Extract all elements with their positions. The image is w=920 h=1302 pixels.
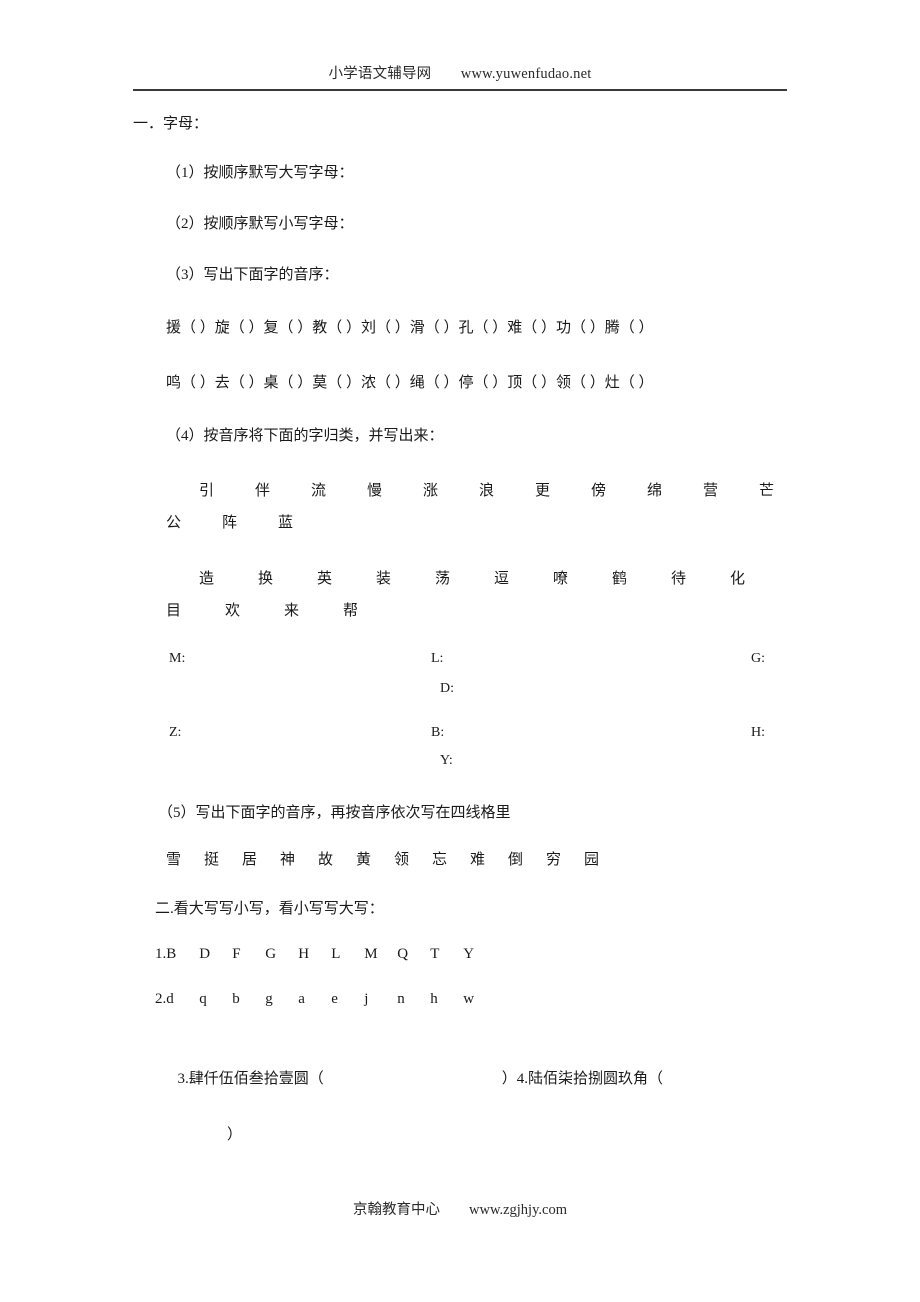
char-cell: 逗 <box>494 571 510 587</box>
char-cell: 难 <box>470 852 486 868</box>
char-cell: 穷 <box>546 852 562 868</box>
answer-label-y: Y: <box>440 753 453 768</box>
char-cell: 阵 <box>222 515 238 531</box>
answer-row-y: Y: <box>133 753 793 783</box>
header-divider <box>133 89 787 91</box>
section-one-title: 一．字母： <box>133 116 209 132</box>
char-cell: 慢 <box>367 483 383 499</box>
letter-cell: n <box>397 991 405 1007</box>
char-cell: 欢 <box>225 603 241 619</box>
question-1-3: （3）写出下面字的音序： <box>166 267 339 283</box>
money-question-row: 3.肆仟伍佰叁拾壹圆（ ）4.陆佰柒拾捌圆玖角（ <box>133 1036 793 1123</box>
char-cell: 神 <box>280 852 296 868</box>
list-number: 2. <box>155 991 167 1007</box>
header-site-text: 小学语文辅导网 www.yuwenfudao.net <box>328 66 592 82</box>
char-cell: 英 <box>317 571 333 587</box>
letter-cell: H <box>298 946 310 962</box>
list-number: 1. <box>155 946 167 962</box>
section-two-title: 二.看大写写小写，看小写写大写： <box>155 901 384 917</box>
letter-cell: e <box>331 991 338 1007</box>
money-item-3: 3.肆仟伍佰叁拾壹圆（ <box>177 1071 324 1087</box>
char-cell: 伴 <box>255 483 271 499</box>
char-cell: 装 <box>376 571 392 587</box>
yinxu-row-1: 援（ ）旋（ ）复（ ）教（ ）刘（ ）滑（ ）孔（ ）难（ ）功（ ）腾（ ） <box>166 320 654 336</box>
char-cell: 荡 <box>435 571 451 587</box>
answer-row-zbh: Z: B: H: <box>133 711 793 753</box>
letter-cell: h <box>430 991 438 1007</box>
char-cell: 帮 <box>343 603 359 619</box>
letter-cell: T <box>430 946 440 962</box>
answer-label-h: H: <box>751 725 765 740</box>
document-page: 小学语文辅导网 www.yuwenfudao.net 一．字母： （1）按顺序默… <box>0 0 920 1302</box>
letter-cell: Q <box>397 946 409 962</box>
question-1-2: （2）按顺序默写小写字母： <box>166 216 354 232</box>
char-cell: 营 <box>703 483 719 499</box>
question-1-5: （5）写出下面字的音序，再按音序依次写在四线格里 <box>158 805 511 821</box>
page-header: 小学语文辅导网 www.yuwenfudao.net <box>133 62 787 91</box>
char-cell: 挺 <box>204 852 220 868</box>
char-cell: 傍 <box>591 483 607 499</box>
money-item-4: ）4.陆佰柒拾捌圆玖角（ <box>501 1071 664 1087</box>
answer-label-d: D: <box>440 681 454 696</box>
char-cell: 目 <box>166 603 182 619</box>
letter-cell: a <box>298 991 305 1007</box>
classify-char-row-1: 引 伴 流 慢 涨 浪 更 傍 绵 营 芒公 阵 蓝 <box>133 475 793 539</box>
letter-cell: M <box>364 946 378 962</box>
char-cell: 来 <box>284 603 300 619</box>
letter-cell: L <box>331 946 341 962</box>
char-cell: 倒 <box>508 852 524 868</box>
lowercase-letter-row: 2.d q b g a e j n h w <box>133 991 793 1008</box>
letter-cell: j <box>364 991 369 1007</box>
char-cell: 故 <box>318 852 334 868</box>
uppercase-letter-row: 1.B D F G H L M Q T Y <box>133 946 793 963</box>
char-cell: 蓝 <box>278 515 294 531</box>
question-1-4: （4）按音序将下面的字归类，并写出来： <box>166 428 444 444</box>
yinxu-row-2: 鸣（ ）去（ ）桌（ ）莫（ ）浓（ ）绳（ ）停（ ）顶（ ）领（ ）灶（ ） <box>166 375 654 391</box>
letter-cell: G <box>265 946 277 962</box>
letter-cell: Y <box>463 946 475 962</box>
answer-label-z: Z: <box>169 725 182 740</box>
char-cell: 居 <box>242 852 258 868</box>
answer-row-d: D: <box>133 681 793 711</box>
char-cell: 雪 <box>166 852 182 868</box>
letter-cell: D <box>199 946 211 962</box>
document-body: 一．字母： （1）按顺序默写大写字母： （2）按顺序默写小写字母： （3）写出下… <box>133 112 793 1144</box>
char-cell: 鹤 <box>612 571 628 587</box>
letter-cell: q <box>199 991 207 1007</box>
letter-cell: w <box>463 991 475 1007</box>
sequence-char-row: 雪挺居神故黄领忘难倒穷园 <box>133 848 793 869</box>
char-cell: 待 <box>671 571 687 587</box>
answer-row-mlg: M: L: G: <box>133 651 793 681</box>
char-cell: 造 <box>199 571 215 587</box>
char-cell: 引 <box>199 483 215 499</box>
char-cell: 忘 <box>432 852 448 868</box>
letter-cell: F <box>232 946 241 962</box>
letter-cell: g <box>265 991 273 1007</box>
money-close-paren: ） <box>227 1127 243 1143</box>
char-cell: 化 <box>730 571 746 587</box>
answer-label-b: B: <box>431 725 445 740</box>
char-cell: 换 <box>258 571 274 587</box>
char-cell: 浪 <box>479 483 495 499</box>
char-cell: 园 <box>584 852 600 868</box>
char-cell: 黄 <box>356 852 372 868</box>
letter-cell: d <box>166 991 174 1007</box>
char-cell: 领 <box>394 852 410 868</box>
char-cell: 芒 <box>759 483 775 499</box>
answer-label-m: M: <box>169 651 186 666</box>
letter-cell: b <box>232 991 240 1007</box>
char-cell: 流 <box>311 483 327 499</box>
char-cell: 公 <box>166 515 182 531</box>
page-footer: 京翰教育中心 www.zgjhjy.com <box>353 1202 567 1218</box>
answer-label-l: L: <box>431 651 444 666</box>
char-cell: 绵 <box>647 483 663 499</box>
letter-cell: B <box>166 946 177 962</box>
char-cell: 更 <box>535 483 551 499</box>
question-1-1: （1）按顺序默写大写字母： <box>166 165 354 181</box>
classify-char-row-2: 造 换 英 装 荡 逗 嘹 鹤 待 化目 欢 来 帮 <box>133 563 793 627</box>
char-cell: 涨 <box>423 483 439 499</box>
char-cell: 嘹 <box>553 571 569 587</box>
answer-label-g: G: <box>751 651 765 666</box>
answer-blank-group: M: L: G: D: Z: B: H: Y: <box>133 651 793 783</box>
